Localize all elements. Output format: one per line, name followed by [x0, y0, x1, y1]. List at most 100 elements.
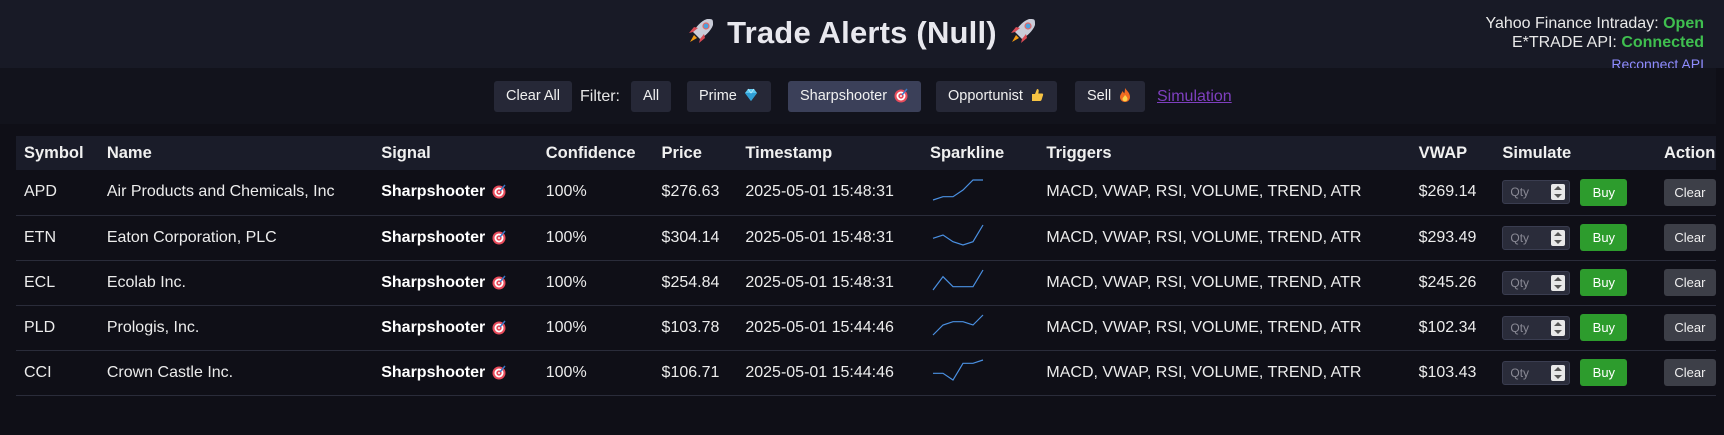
filter-bar: Clear All Filter: All Prime Sharpshooter…	[0, 68, 1724, 124]
column-header-confidence: Confidence	[545, 143, 636, 162]
connection-status: Yahoo Finance Intraday: Open E*TRADE API…	[1486, 14, 1705, 74]
clear-button[interactable]: Clear	[1663, 359, 1716, 386]
column-header-vwap: VWAP	[1418, 143, 1468, 162]
buy-button[interactable]: Buy	[1580, 359, 1628, 386]
simulate-cell: Qty Buy	[1494, 170, 1656, 215]
signal-cell: Sharpshooter	[373, 305, 538, 350]
etrade-status-label: E*TRADE API:	[1511, 34, 1617, 51]
target-icon	[492, 275, 506, 289]
table-row: CCI Crown Castle Inc. Sharpshooter 100% $106…	[16, 350, 1724, 395]
simulation-link[interactable]: Simulation	[1157, 81, 1232, 112]
rocket-icon	[689, 19, 714, 43]
timestamp-cell: 2025-05-01 15:48:31	[745, 183, 894, 201]
sparkline	[932, 179, 983, 201]
filter-sharpshooter-label: Sharpshooter	[800, 88, 888, 104]
filter-prime-label: Prime	[699, 88, 737, 104]
scrollbar[interactable]	[1716, 68, 1724, 435]
price-cell: $106.71	[661, 363, 720, 381]
qty-stepper[interactable]	[1551, 184, 1566, 201]
qty-placeholder: Qty	[1510, 365, 1530, 380]
table-header: Symbol Name Signal Confidence Price Timestamp…	[16, 136, 1724, 170]
filter-all-button[interactable]: All	[631, 81, 672, 112]
table-body: APD Air Products and Chemicals, Inc Sharps…	[16, 170, 1724, 395]
column-header-name: Name	[106, 143, 152, 162]
clear-button[interactable]: Clear	[1663, 269, 1716, 296]
clear-button[interactable]: Clear	[1663, 178, 1716, 206]
clear-button[interactable]: Clear	[1663, 314, 1716, 341]
signal-label: Sharpshooter	[381, 183, 486, 201]
yahoo-status-label: Yahoo Finance Intraday:	[1485, 15, 1659, 32]
qty-placeholder: Qty	[1510, 185, 1530, 200]
triggers-cell: MACD, VWAP, RSI, VOLUME, TREND, ATR	[1046, 273, 1362, 291]
timestamp-cell: 2025-05-01 15:44:46	[745, 363, 894, 381]
filter-label: Filter:	[580, 88, 620, 105]
target-icon	[894, 88, 908, 103]
name-cell: Crown Castle Inc.	[106, 363, 234, 381]
qty-placeholder: Qty	[1510, 230, 1530, 245]
clear-all-button[interactable]: Clear All	[494, 81, 572, 112]
price-cell: $254.84	[661, 273, 720, 291]
filter-sell-button[interactable]: Sell	[1075, 81, 1146, 112]
vwap-cell: $269.14	[1418, 183, 1477, 201]
qty-stepper[interactable]	[1551, 274, 1566, 291]
filter-opportunist-button[interactable]: Opportunist	[936, 81, 1057, 112]
header: Trade Alerts (Null) Yahoo Finance Intrad…	[0, 0, 1724, 72]
qty-input[interactable]: Qty	[1502, 315, 1571, 340]
etrade-status-value: Connected	[1621, 34, 1704, 51]
qty-stepper[interactable]	[1551, 319, 1566, 336]
rocket-icon	[1010, 19, 1035, 43]
table-row: APD Air Products and Chemicals, Inc Sharps…	[16, 170, 1724, 215]
yahoo-status-value: Open	[1663, 15, 1704, 32]
qty-placeholder: Qty	[1510, 275, 1530, 290]
column-header-simulate: Simulate	[1502, 143, 1572, 162]
confidence-cell: 100%	[545, 273, 587, 291]
signal-label: Sharpshooter	[381, 273, 486, 291]
qty-input[interactable]: Qty	[1502, 360, 1571, 385]
column-header-action: Action	[1663, 143, 1716, 162]
sparkline	[932, 269, 984, 291]
qty-input[interactable]: Qty	[1502, 270, 1571, 295]
buy-button[interactable]: Buy	[1580, 224, 1628, 251]
buy-button[interactable]: Buy	[1580, 178, 1628, 206]
symbol-cell: CCI	[24, 363, 52, 381]
vwap-cell: $102.34	[1418, 318, 1477, 336]
triggers-cell: MACD, VWAP, RSI, VOLUME, TREND, ATR	[1046, 228, 1362, 246]
filter-sharpshooter-button[interactable]: Sharpshooter	[788, 81, 922, 112]
signal-cell: Sharpshooter	[373, 260, 538, 305]
title-text: Trade Alerts (Null)	[727, 15, 997, 50]
action-cell: Clear	[1656, 170, 1724, 215]
table-row: ECL Ecolab Inc. Sharpshooter 100% $254.84 202…	[16, 260, 1724, 305]
column-header-symbol: Symbol	[24, 143, 84, 162]
column-header-signal: Signal	[381, 143, 431, 162]
qty-input[interactable]: Qty	[1502, 225, 1571, 250]
qty-input[interactable]: Qty	[1502, 180, 1571, 205]
action-cell: Clear	[1656, 305, 1724, 350]
symbol-cell: ETN	[24, 228, 56, 246]
clear-button[interactable]: Clear	[1663, 224, 1716, 251]
sparkline	[932, 224, 984, 246]
simulate-cell: Qty Buy	[1494, 215, 1656, 260]
signal-cell: Sharpshooter	[373, 215, 538, 260]
price-cell: $304.14	[661, 228, 720, 246]
alerts-table: Symbol Name Signal Confidence Price Timestamp…	[16, 136, 1724, 396]
buy-button[interactable]: Buy	[1580, 314, 1628, 341]
timestamp-cell: 2025-05-01 15:48:31	[745, 273, 894, 291]
name-cell: Prologis, Inc.	[106, 318, 200, 336]
table-row: ETN Eaton Corporation, PLC Sharpshooter 100…	[16, 215, 1724, 260]
filter-opportunist-label: Opportunist	[948, 88, 1023, 104]
target-icon	[492, 184, 506, 199]
filter-prime-button[interactable]: Prime	[687, 81, 771, 112]
sparkline-cell	[922, 215, 1038, 260]
qty-stepper[interactable]	[1551, 229, 1566, 246]
sparkline-cell	[922, 305, 1038, 350]
triggers-cell: MACD, VWAP, RSI, VOLUME, TREND, ATR	[1046, 183, 1362, 201]
buy-button[interactable]: Buy	[1580, 269, 1628, 296]
signal-label: Sharpshooter	[381, 363, 486, 381]
symbol-cell: APD	[24, 183, 57, 201]
vwap-cell: $245.26	[1418, 273, 1477, 291]
price-cell: $103.78	[661, 318, 720, 336]
qty-stepper[interactable]	[1551, 364, 1566, 381]
fire-icon	[1120, 88, 1131, 102]
target-icon	[492, 365, 506, 379]
name-cell: Eaton Corporation, PLC	[106, 228, 277, 246]
